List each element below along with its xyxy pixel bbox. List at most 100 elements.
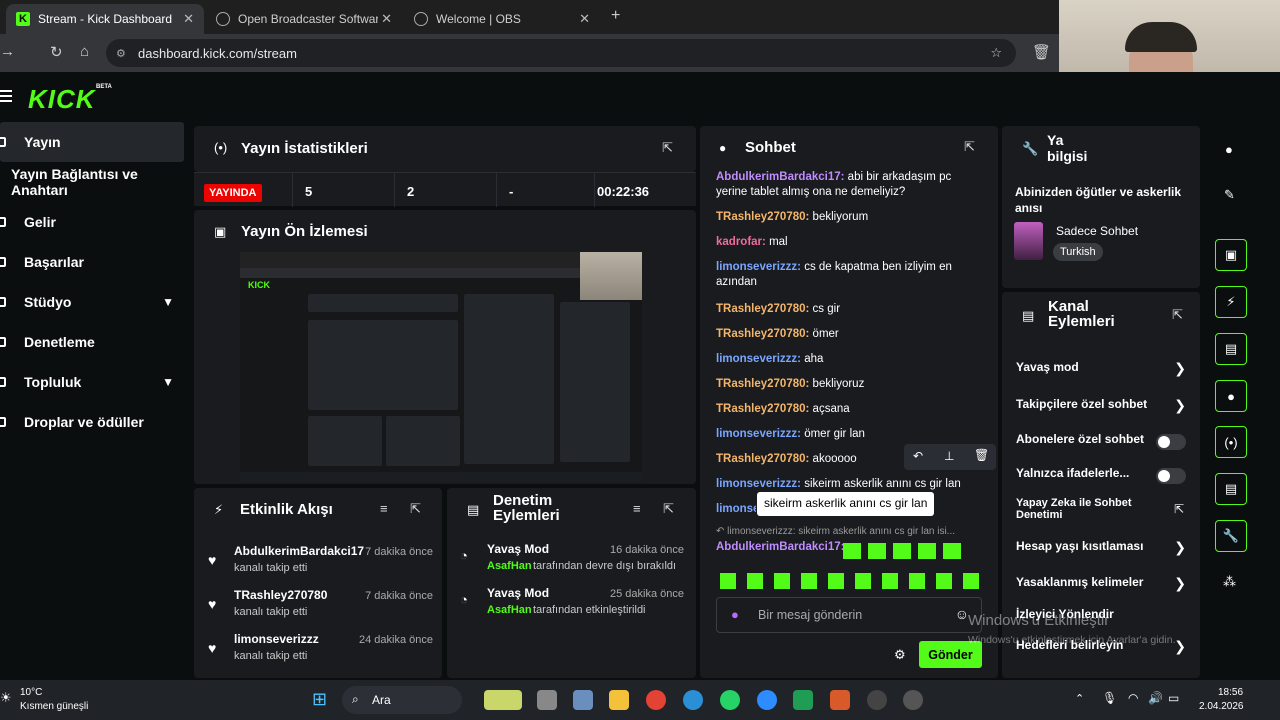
rail-button-screen[interactable]: ▣ bbox=[1215, 239, 1247, 271]
emote-picker-bar[interactable] bbox=[720, 573, 982, 589]
edge-icon[interactable] bbox=[683, 690, 703, 710]
expand-icon[interactable]: ⇱ bbox=[964, 139, 975, 155]
whatsapp-icon[interactable] bbox=[720, 690, 740, 710]
pin-icon[interactable]: ⊥ bbox=[944, 449, 954, 463]
toggle-switch[interactable] bbox=[1156, 468, 1186, 484]
sidebar-item-studio[interactable]: Stüdyo ▼ bbox=[0, 282, 190, 322]
tab-welcome-obs[interactable]: Welcome | OBS ✕ bbox=[404, 4, 600, 34]
chat-username[interactable]: limonseverizzz: bbox=[716, 353, 801, 365]
external-link-icon[interactable]: ⇱ bbox=[1174, 502, 1184, 516]
excel-icon[interactable] bbox=[793, 690, 813, 710]
close-icon[interactable]: ✕ bbox=[579, 11, 590, 27]
chat-username[interactable]: TRashley270780: bbox=[716, 328, 809, 340]
chat-username[interactable]: TRashley270780: bbox=[716, 211, 809, 223]
expand-icon[interactable]: ⇱ bbox=[663, 501, 674, 517]
zoom-icon[interactable] bbox=[757, 690, 777, 710]
obs-recording-icon[interactable] bbox=[903, 690, 923, 710]
sidebar-item-achievements[interactable]: Başarılar bbox=[0, 242, 190, 282]
wifi-icon[interactable]: ◠ bbox=[1128, 691, 1138, 705]
close-icon[interactable]: ✕ bbox=[381, 11, 392, 27]
clock-date[interactable]: 2.04.2026 bbox=[1199, 701, 1244, 712]
chat-username[interactable]: TRashley270780: bbox=[716, 453, 809, 465]
pencil-icon[interactable]: ✎ bbox=[1224, 187, 1235, 203]
apps-icon[interactable]: ⁂ bbox=[1223, 574, 1236, 590]
category-name[interactable]: Sadece Sohbet bbox=[1056, 224, 1138, 238]
toggle-switch[interactable] bbox=[1156, 434, 1186, 450]
mod-user[interactable]: AsafHan bbox=[487, 560, 532, 572]
emoji-icon[interactable]: ☺ bbox=[955, 606, 969, 622]
sidebar-item-drops[interactable]: Droplar ve ödüller bbox=[0, 402, 190, 442]
close-icon[interactable]: ✕ bbox=[183, 11, 194, 27]
feed-user[interactable]: TRashley270780 bbox=[234, 588, 327, 602]
filter-icon[interactable]: ≡ bbox=[380, 501, 388, 516]
stream-preview[interactable]: KICK bbox=[240, 252, 642, 482]
reload-icon[interactable]: ↻ bbox=[50, 43, 63, 61]
menu-icon[interactable] bbox=[0, 90, 12, 105]
chat-username[interactable]: limonseverizzz: bbox=[716, 261, 801, 273]
store-icon[interactable] bbox=[573, 690, 593, 710]
rail-button-lightning[interactable]: ⚡ bbox=[1215, 286, 1247, 318]
action-slow-mode[interactable]: Yavaş mod ❯ bbox=[1016, 360, 1186, 380]
sidebar-item-connection[interactable]: Yayın Bağlantısı ve Anahtarı bbox=[0, 162, 190, 202]
trash-icon[interactable]: 🗑 bbox=[974, 448, 989, 462]
chat-username[interactable]: limonseverizzz: bbox=[716, 478, 801, 490]
trash-icon[interactable]: 🗑 bbox=[1032, 43, 1051, 61]
new-tab-icon[interactable]: + bbox=[611, 7, 620, 25]
feed-user[interactable]: limonseverizzz bbox=[234, 632, 319, 646]
gear-icon[interactable]: ⚙ bbox=[894, 647, 906, 663]
chat-input[interactable]: ● Bir mesaj gönderin ☺ bbox=[716, 597, 982, 633]
action-followers-only[interactable]: Takipçilere özel sohbet ❯ bbox=[1016, 397, 1186, 417]
home-icon[interactable]: ⌂ bbox=[80, 43, 89, 60]
rail-button-chat[interactable]: ● bbox=[1215, 380, 1247, 412]
mod-user[interactable]: AsafHan bbox=[487, 604, 532, 616]
chat-username[interactable]: limonse bbox=[716, 503, 756, 515]
action-subscribers-only[interactable]: Abonelere özel sohbet bbox=[1016, 432, 1186, 452]
chat-username[interactable]: TRashley270780: bbox=[716, 403, 809, 415]
rail-button-stream-info[interactable]: ▤ bbox=[1215, 473, 1247, 505]
action-ai-moderation[interactable]: Yapay Zeka ile Sohbet Denetimi bbox=[1016, 497, 1166, 523]
bookmark-star-icon[interactable]: ☆ bbox=[990, 45, 1002, 61]
tab-kick-dashboard[interactable]: K Stream - Kick Dashboard ✕ bbox=[6, 4, 204, 34]
sidebar-item-yayin[interactable]: Yayın bbox=[0, 122, 184, 162]
site-info-icon[interactable]: ⚙ bbox=[116, 47, 126, 60]
sidebar-item-revenue[interactable]: Gelir bbox=[0, 202, 190, 242]
chrome-icon[interactable] bbox=[646, 690, 666, 710]
chat-username[interactable]: TRashley270780: bbox=[716, 303, 809, 315]
volume-icon[interactable]: 🔊 bbox=[1148, 691, 1163, 705]
expand-icon[interactable]: ⇱ bbox=[662, 140, 673, 156]
clock-time[interactable]: 18:56 bbox=[1218, 687, 1243, 698]
action-banned-words[interactable]: Yasaklanmış kelimeler ❯ bbox=[1016, 575, 1186, 595]
action-emotes-only[interactable]: Yalnızca ifadelerle... bbox=[1016, 466, 1186, 486]
sidebar-item-moderation[interactable]: Denetleme bbox=[0, 322, 190, 362]
feed-user[interactable]: AbdulkerimBardakci17 bbox=[234, 544, 364, 558]
address-bar[interactable]: ⚙ dashboard.kick.com/stream ☆ bbox=[106, 39, 1016, 67]
chat-username[interactable]: AbdulkerimBardakci17: bbox=[716, 541, 844, 553]
windows-start-icon[interactable]: ⊞ bbox=[312, 689, 327, 710]
chat-username[interactable]: kadrofar: bbox=[716, 236, 766, 248]
sidebar-item-community[interactable]: Topluluk ▼ bbox=[0, 362, 190, 402]
expand-icon[interactable]: ⇱ bbox=[410, 501, 421, 517]
action-account-age[interactable]: Hesap yaşı kısıtlaması ❯ bbox=[1016, 539, 1186, 559]
obs-icon[interactable] bbox=[867, 690, 887, 710]
chat-username[interactable]: AbdulkerimBardakci17: bbox=[716, 171, 844, 183]
app-icon[interactable] bbox=[830, 690, 850, 710]
rail-button-document[interactable]: ▤ bbox=[1215, 333, 1247, 365]
chevron-up-icon[interactable]: ⌃ bbox=[1075, 692, 1084, 705]
chat-username[interactable]: limonseverizzz: bbox=[716, 428, 801, 440]
battery-icon[interactable]: ▭ bbox=[1168, 691, 1179, 705]
filter-icon[interactable]: ≡ bbox=[633, 501, 641, 516]
task-view-icon[interactable] bbox=[537, 690, 557, 710]
widget-icon[interactable] bbox=[484, 690, 522, 710]
reply-icon[interactable]: ↶ bbox=[913, 449, 923, 463]
kick-logo[interactable]: KICK bbox=[28, 84, 96, 115]
chat-username[interactable]: TRashley270780: bbox=[716, 378, 809, 390]
microphone-icon[interactable]: 🎙 bbox=[1102, 691, 1117, 705]
forward-icon[interactable]: → bbox=[0, 43, 15, 60]
rail-button-broadcast[interactable]: (•) bbox=[1215, 426, 1247, 458]
rail-button-wrench[interactable]: 🔧 bbox=[1215, 520, 1247, 552]
folder-icon[interactable] bbox=[609, 690, 629, 710]
search-box[interactable]: ⌕ Ara bbox=[342, 686, 462, 714]
category-thumbnail[interactable] bbox=[1014, 222, 1043, 260]
expand-icon[interactable]: ⇱ bbox=[1172, 307, 1183, 323]
microphone-icon[interactable]: ● bbox=[731, 607, 739, 622]
